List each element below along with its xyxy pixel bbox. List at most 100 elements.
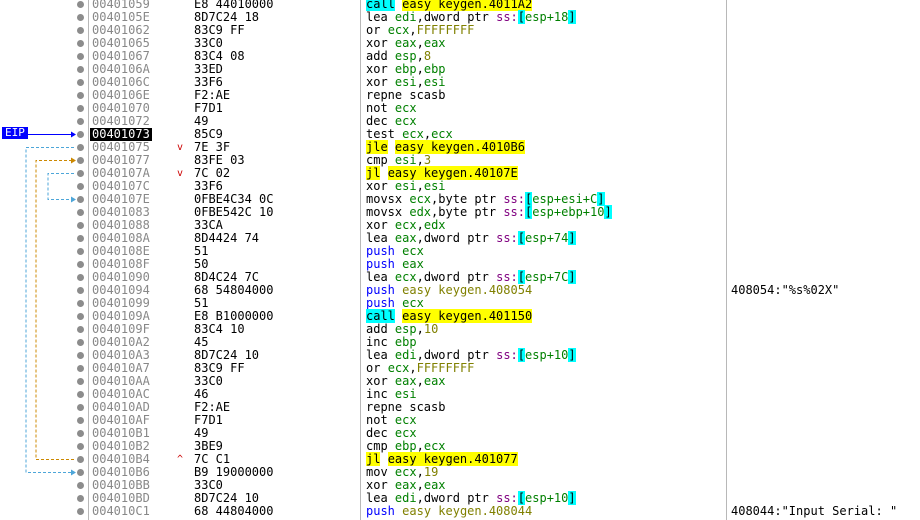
operand: eax — [394, 231, 417, 245]
operand: esp+74 — [525, 231, 569, 245]
jump-up-icon: ^ — [177, 454, 184, 465]
mnemonic: or — [366, 361, 381, 375]
breakpoint-dot[interactable] — [77, 222, 84, 229]
breakpoint-dot[interactable] — [77, 430, 84, 437]
operand: ecx — [394, 426, 417, 440]
breakpoint-dot[interactable] — [77, 508, 84, 515]
mnemonic: cmp — [366, 153, 388, 167]
operand: esi — [394, 75, 417, 89]
breakpoint-dot[interactable] — [77, 378, 84, 385]
operand: [ — [517, 348, 526, 362]
operand: , — [416, 478, 424, 492]
breakpoint-dot[interactable] — [77, 196, 84, 203]
mnemonic: dec — [366, 426, 388, 440]
operand: [ — [517, 491, 526, 505]
mnemonic: push — [366, 283, 395, 297]
breakpoint-dot[interactable] — [77, 404, 84, 411]
operand: 3 — [423, 153, 432, 167]
operand: easy keygen.40107E — [387, 166, 518, 180]
breakpoint-dot[interactable] — [77, 118, 84, 125]
breakpoint-dot[interactable] — [77, 105, 84, 112]
breakpoint-dot[interactable] — [77, 53, 84, 60]
operand: eax — [423, 478, 446, 492]
breakpoint-dot[interactable] — [77, 40, 84, 47]
breakpoint-dot[interactable] — [77, 313, 84, 320]
operand: , — [416, 491, 424, 505]
breakpoint-dot[interactable] — [77, 183, 84, 190]
opcode-bytes: 68 44804000 — [194, 504, 274, 518]
breakpoint-dot[interactable] — [77, 248, 84, 255]
operand: esp+10 — [525, 491, 569, 505]
breakpoint-dot[interactable] — [77, 144, 84, 151]
breakpoint-dot[interactable] — [77, 391, 84, 398]
operand: esp+10 — [525, 348, 569, 362]
breakpoint-dot[interactable] — [77, 443, 84, 450]
operand: 10 — [423, 322, 439, 336]
operand: , — [416, 153, 424, 167]
breakpoint-dot[interactable] — [77, 209, 84, 216]
operand: ] — [568, 10, 576, 24]
operand: esi — [423, 75, 446, 89]
mnemonic: call — [366, 309, 395, 323]
breakpoint-dot[interactable] — [77, 274, 84, 281]
mnemonic: push — [366, 257, 395, 271]
mnemonic: push — [366, 244, 395, 258]
breakpoint-dot[interactable] — [77, 131, 84, 138]
breakpoint-dot[interactable] — [77, 417, 84, 424]
breakpoint-dot[interactable] — [77, 157, 84, 164]
breakpoint-dot[interactable] — [77, 287, 84, 294]
mnemonic: lea — [366, 270, 388, 284]
mnemonic: lea — [366, 348, 388, 362]
breakpoint-dot[interactable] — [77, 352, 84, 359]
breakpoint-dot[interactable] — [77, 92, 84, 99]
operand: ] — [568, 270, 576, 284]
mnemonic: jl — [366, 452, 381, 466]
breakpoint-dot[interactable] — [77, 261, 84, 268]
operand: edx — [409, 205, 432, 219]
breakpoint-dot[interactable] — [77, 66, 84, 73]
operand: easy keygen.401150 — [402, 309, 533, 323]
mnemonic: dec — [366, 114, 388, 128]
address-cell: 004010C1 — [92, 504, 150, 518]
breakpoint-dot[interactable] — [77, 27, 84, 34]
breakpoint-dot[interactable] — [77, 469, 84, 476]
breakpoint-dot[interactable] — [77, 495, 84, 502]
breakpoint-dot[interactable] — [77, 482, 84, 489]
breakpoint-dot[interactable] — [77, 14, 84, 21]
operand: esp+ebp+10 — [532, 205, 605, 219]
mnemonic: add — [366, 49, 388, 63]
operand: ecx — [394, 218, 417, 232]
operand: ecx — [394, 465, 417, 479]
operand: dword ptr — [423, 270, 489, 284]
operand: dword ptr — [423, 491, 489, 505]
breakpoint-dot[interactable] — [77, 170, 84, 177]
breakpoint-dot[interactable] — [77, 326, 84, 333]
operand: ecx — [409, 192, 432, 206]
operand: byte ptr — [438, 205, 497, 219]
operand: 19 — [423, 465, 439, 479]
breakpoint-dot[interactable] — [77, 1, 84, 8]
breakpoint-dot[interactable] — [77, 456, 84, 463]
breakpoint-dot[interactable] — [77, 300, 84, 307]
instruction-text: push easy keygen.408044 — [366, 505, 532, 518]
operand: , — [416, 36, 424, 50]
breakpoint-dot[interactable] — [77, 79, 84, 86]
disassembly-view[interactable]: EIP 00401059 E8 44010000 call easy keygen.… — [0, 0, 920, 520]
operand: byte ptr — [438, 192, 497, 206]
operand: ss: — [503, 205, 525, 219]
instruction-row[interactable]: 004010C1 68 44804000 push easy keygen.4080… — [0, 505, 920, 518]
mnemonic: not — [366, 101, 388, 115]
breakpoint-dot[interactable] — [77, 365, 84, 372]
mnemonic: xor — [366, 62, 388, 76]
mnemonic: lea — [366, 491, 388, 505]
operand: ss: — [496, 10, 518, 24]
breakpoint-dot[interactable] — [77, 339, 84, 346]
breakpoint-dot[interactable] — [77, 235, 84, 242]
operand: ecx — [394, 270, 417, 284]
operand: ebp — [423, 62, 446, 76]
operand: eax — [394, 36, 417, 50]
operand: edi — [394, 10, 417, 24]
operand: ecx — [431, 127, 453, 141]
operand: , — [416, 231, 424, 245]
operand: , — [416, 179, 424, 193]
